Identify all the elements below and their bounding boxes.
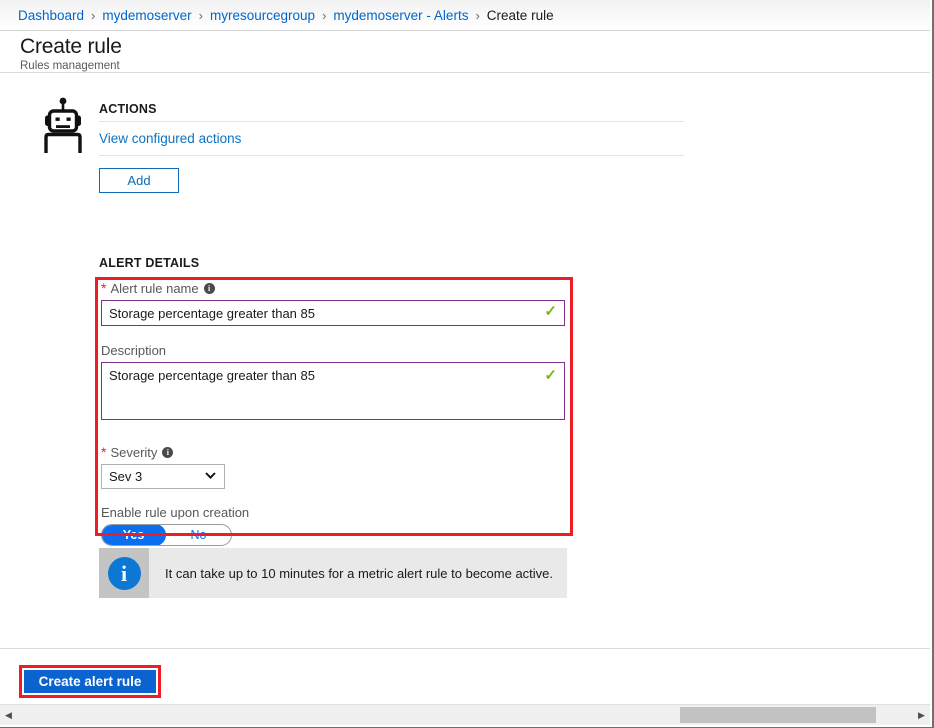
- breadcrumb-separator-icon: ›: [91, 7, 96, 23]
- alert-rule-name-label: * Alert rule name i: [101, 280, 567, 297]
- annotation-highlight-create-button: Create alert rule: [19, 665, 161, 698]
- blade-title-block: Create rule Rules management: [0, 31, 930, 73]
- actions-column: ACTIONS View configured actions Add: [99, 96, 684, 193]
- view-configured-actions-link[interactable]: View configured actions: [99, 131, 241, 146]
- breadcrumb-separator-icon: ›: [475, 7, 480, 23]
- enable-rule-toggle[interactable]: Yes No: [101, 524, 232, 546]
- enable-rule-toggle-no[interactable]: No: [166, 525, 231, 545]
- info-icon[interactable]: i: [162, 447, 174, 458]
- scrollbar-track[interactable]: [17, 705, 913, 726]
- view-configured-actions-row: View configured actions: [99, 122, 684, 155]
- horizontal-scrollbar[interactable]: ◀ ▶: [0, 704, 930, 725]
- enable-rule-label-text: Enable rule upon creation: [101, 505, 250, 520]
- alert-rule-name-input[interactable]: [101, 300, 565, 326]
- breadcrumb-separator-icon: ›: [322, 7, 327, 23]
- page-title: Create rule: [20, 35, 122, 58]
- required-marker: *: [101, 280, 107, 296]
- info-banner: i It can take up to 10 minutes for a met…: [99, 548, 567, 598]
- command-bar: Create alert rule: [0, 648, 930, 704]
- severity-selected-value: Sev 3: [109, 469, 143, 484]
- info-icon: i: [107, 556, 141, 590]
- breadcrumb-separator-icon: ›: [198, 7, 204, 23]
- severity-label-text: Severity: [110, 445, 158, 460]
- alert-details-fields: * Alert rule name i ✓ Description ✓ * Se…: [101, 280, 567, 546]
- breadcrumb-item-create-rule: Create rule: [486, 7, 554, 23]
- blade-content: ACTIONS View configured actions Add ALER…: [0, 74, 930, 644]
- scroll-left-arrow-icon[interactable]: ◀: [0, 705, 17, 726]
- description-textarea[interactable]: [101, 362, 565, 420]
- page-subtitle: Rules management: [20, 60, 120, 72]
- add-action-button[interactable]: Add: [99, 168, 179, 193]
- alert-details-section-title: ALERT DETAILS: [99, 256, 200, 270]
- description-input-wrap: ✓: [101, 362, 565, 425]
- robot-icon: [37, 96, 89, 154]
- chevron-down-icon: [205, 471, 216, 482]
- required-marker: *: [101, 444, 107, 460]
- scroll-right-arrow-icon[interactable]: ▶: [913, 705, 930, 726]
- azure-portal-blade: Dashboard › mydemoserver › myresourcegro…: [0, 0, 934, 728]
- info-banner-icon-cell: i: [99, 548, 149, 598]
- breadcrumb-item-myresourcegroup[interactable]: myresourcegroup: [210, 8, 315, 23]
- actions-section: ACTIONS View configured actions Add: [37, 96, 684, 193]
- actions-section-title: ACTIONS: [99, 102, 157, 116]
- info-icon[interactable]: i: [203, 283, 215, 294]
- create-alert-rule-button[interactable]: Create alert rule: [24, 670, 156, 693]
- enable-rule-label: Enable rule upon creation: [101, 504, 567, 521]
- info-banner-message: It can take up to 10 minutes for a metri…: [165, 565, 554, 581]
- enable-rule-toggle-yes[interactable]: Yes: [102, 525, 166, 545]
- description-label: Description: [101, 342, 567, 359]
- severity-label: * Severity i: [101, 444, 567, 461]
- alert-rule-name-label-text: Alert rule name: [110, 281, 199, 296]
- severity-select[interactable]: Sev 3: [101, 464, 225, 489]
- description-label-text: Description: [101, 343, 167, 358]
- alert-rule-name-input-wrap: ✓: [101, 300, 565, 326]
- breadcrumb-item-mydemoserver[interactable]: mydemoserver: [102, 8, 191, 23]
- breadcrumb-item-alerts[interactable]: mydemoserver - Alerts: [333, 8, 468, 23]
- actions-divider-bottom: [99, 155, 684, 156]
- scrollbar-thumb[interactable]: [680, 706, 876, 723]
- breadcrumb: Dashboard › mydemoserver › myresourcegro…: [0, 0, 930, 31]
- breadcrumb-item-dashboard[interactable]: Dashboard: [18, 8, 84, 23]
